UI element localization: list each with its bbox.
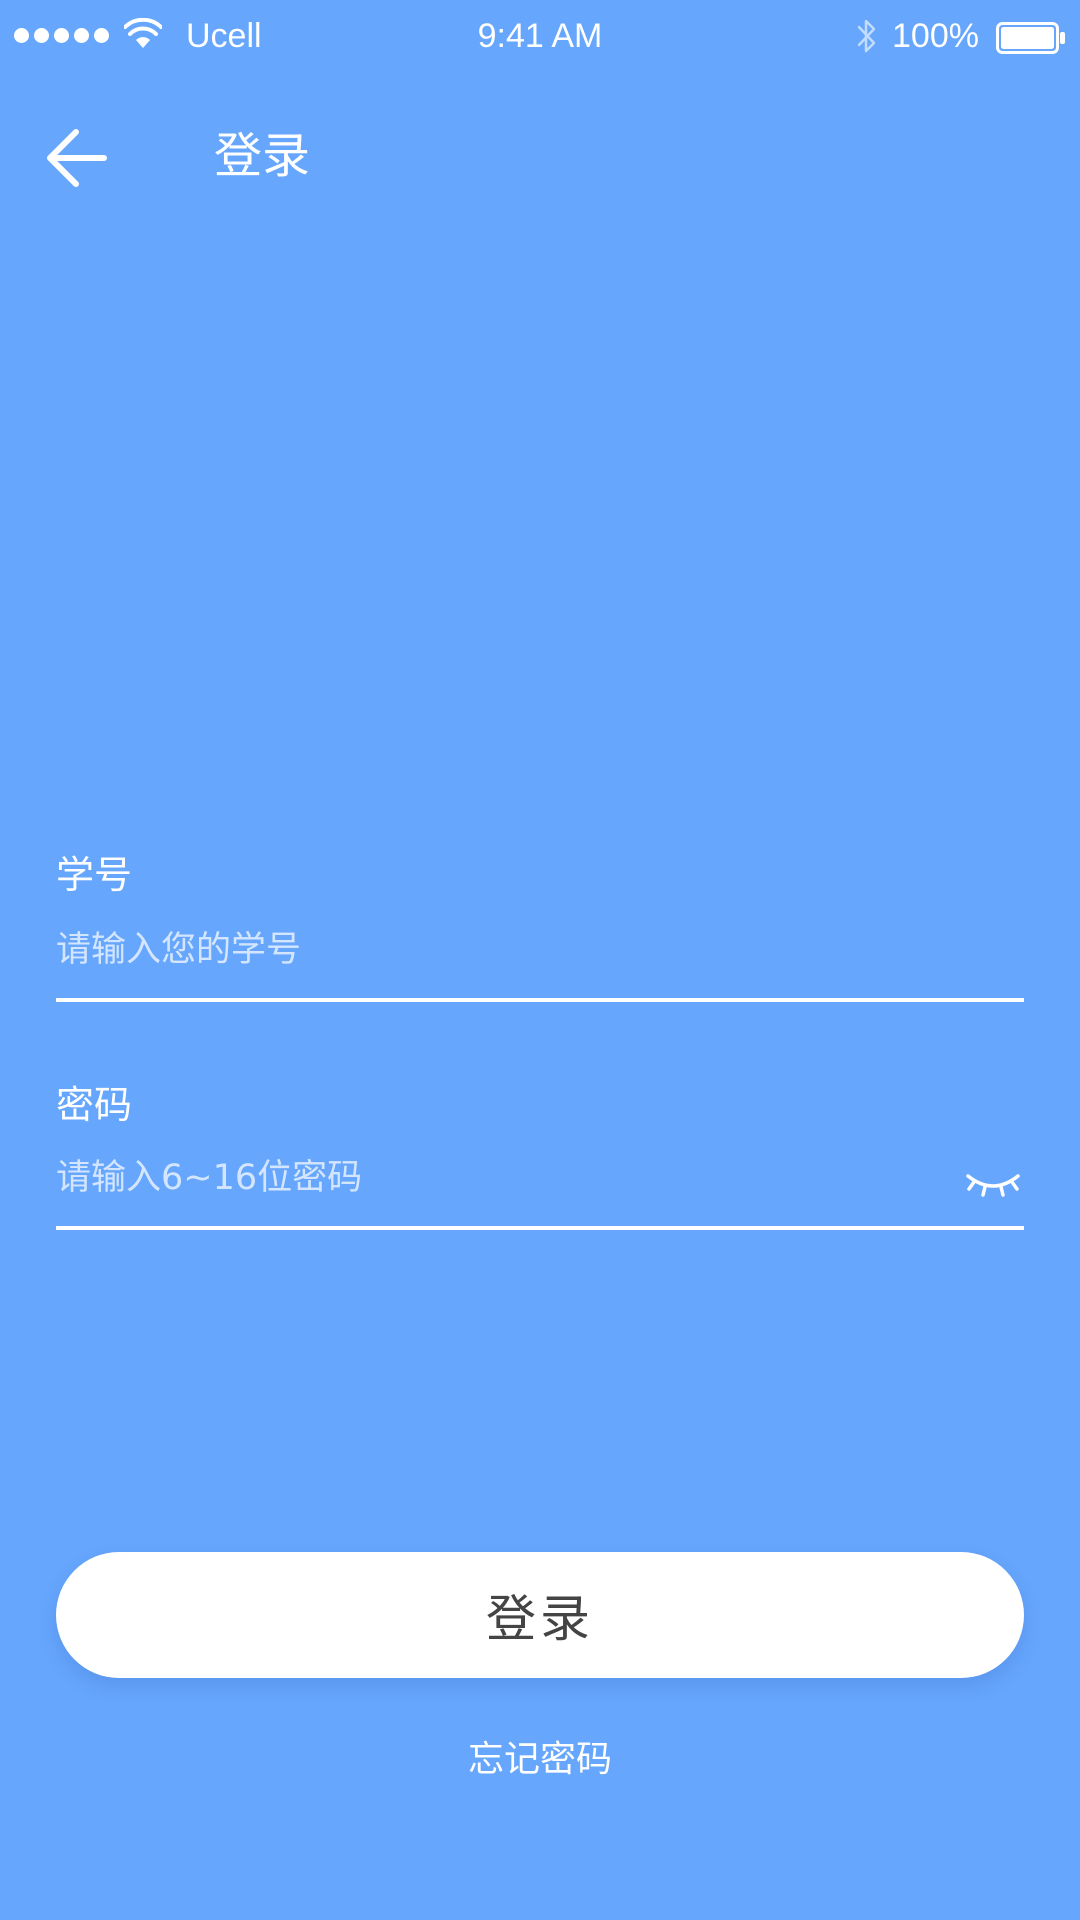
password-underline xyxy=(56,1226,1024,1230)
login-button[interactable]: 登录 xyxy=(56,1552,1024,1678)
eye-closed-icon[interactable] xyxy=(964,1162,1022,1202)
password-input[interactable] xyxy=(56,1148,936,1208)
battery-percent: 100% xyxy=(892,17,979,55)
student-id-label: 学号 xyxy=(56,853,133,897)
bluetooth-icon xyxy=(857,19,876,53)
student-id-input[interactable] xyxy=(56,920,956,980)
arrow-left-icon xyxy=(47,129,107,187)
password-label: 密码 xyxy=(56,1083,133,1127)
status-bar: Ucell 9:41 AM 100% xyxy=(0,0,1080,78)
forgot-password-link[interactable]: 忘记密码 xyxy=(0,1736,1080,1784)
page-title: 登录 xyxy=(214,128,311,184)
student-id-underline xyxy=(56,998,1024,1002)
back-button[interactable] xyxy=(44,118,124,198)
battery-icon xyxy=(996,22,1065,54)
